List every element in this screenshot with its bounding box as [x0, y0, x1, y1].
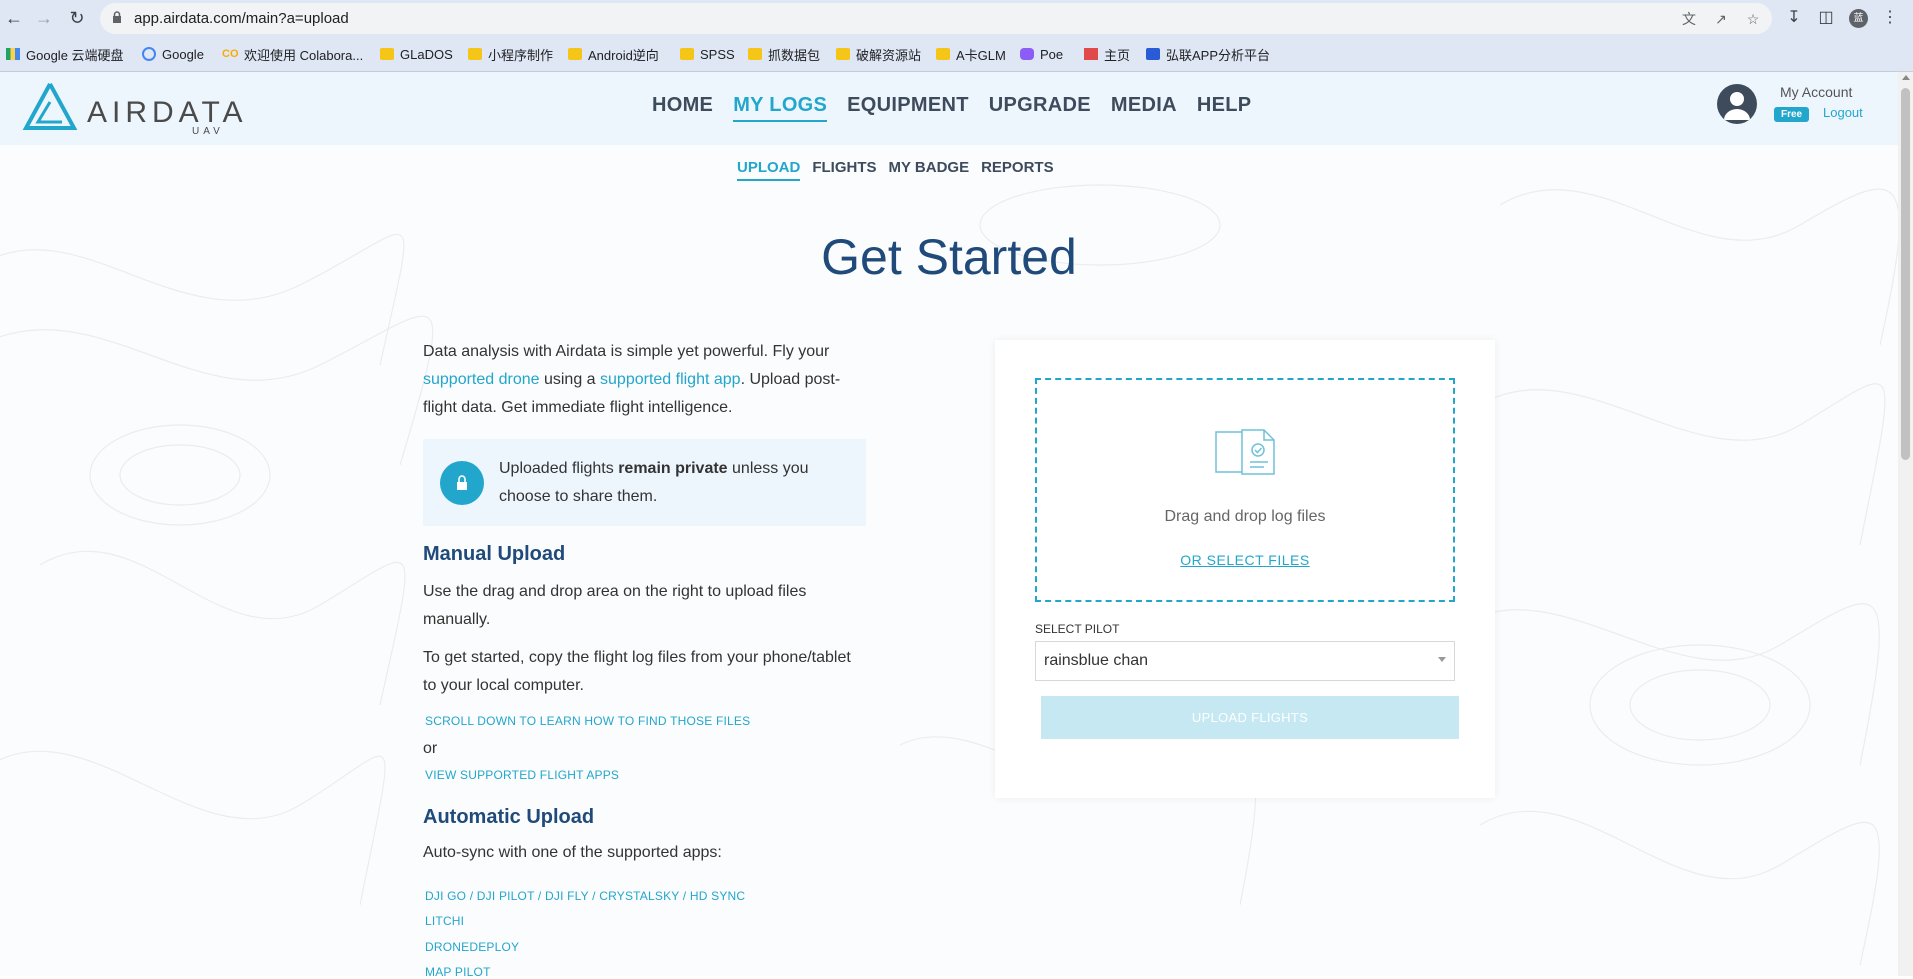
app-link-litchi[interactable]: LITCHI	[425, 914, 464, 928]
folder-icon	[468, 48, 482, 60]
address-bar[interactable]: app.airdata.com/main?a=upload 文 ↗ ☆	[100, 3, 1772, 34]
scroll-up-arrow-icon[interactable]	[1902, 75, 1910, 80]
logo-text: AIRDATA	[87, 96, 248, 129]
manual-upload-text: Use the drag and drop area on the right …	[423, 583, 807, 628]
view-supported-apps-link[interactable]: VIEW SUPPORTED FLIGHT APPS	[425, 768, 619, 782]
bookmark-aglm[interactable]: A卡GLM	[936, 45, 1006, 63]
folder-icon	[936, 48, 950, 60]
folder-icon	[380, 48, 394, 60]
select-pilot-label: SELECT PILOT	[1035, 622, 1120, 636]
page-scrollbar[interactable]	[1898, 72, 1913, 976]
bookmark-glados[interactable]: GLaDOS	[380, 45, 453, 63]
pilot-select[interactable]: rainsblue chan	[1035, 641, 1455, 681]
log-files-icon	[1215, 429, 1275, 475]
copy-files-text: To get started, copy the flight log file…	[423, 649, 851, 694]
folder-icon	[680, 48, 694, 60]
scroll-down-link[interactable]: SCROLL DOWN TO LEARN HOW TO FIND THOSE F…	[425, 714, 750, 728]
privacy-text: Uploaded flights remain private unless y…	[499, 460, 809, 505]
nav-my-logs[interactable]: MY LOGS	[733, 94, 828, 122]
file-dropzone[interactable]: Drag and drop log files OR SELECT FILES	[1035, 378, 1455, 602]
bookmark-colab[interactable]: CO 欢迎使用 Colabora...	[222, 45, 363, 63]
url-text: app.airdata.com/main?a=upload	[134, 10, 349, 27]
upload-card: Drag and drop log files OR SELECT FILES …	[995, 340, 1495, 798]
intro-block: Data analysis with Airdata is simple yet…	[423, 338, 863, 422]
bookmark-drive[interactable]: Google 云端硬盘	[6, 45, 124, 63]
bookmark-crack[interactable]: 破解资源站	[836, 45, 921, 63]
bookmark-packet[interactable]: 抓数据包	[748, 45, 820, 63]
folder-icon	[748, 48, 762, 60]
folder-icon	[836, 48, 850, 60]
site-header: AIRDATA UAV HOME MY LOGS EQUIPMENT UPGRA…	[0, 72, 1898, 145]
tab-reports[interactable]: REPORTS	[981, 159, 1054, 181]
bookmarks-bar: Google 云端硬盘 Google CO 欢迎使用 Colabora... GL…	[0, 37, 1913, 72]
pilot-select-value: rainsblue chan	[1044, 652, 1149, 669]
scroll-thumb[interactable]	[1901, 88, 1910, 460]
logo-subtext: UAV	[192, 126, 224, 137]
back-icon[interactable]: ←	[4, 8, 24, 28]
airdata-logo[interactable]: AIRDATA UAV	[22, 82, 243, 137]
main-nav: HOME MY LOGS EQUIPMENT UPGRADE MEDIA HEL…	[652, 94, 1271, 122]
bookmark-google[interactable]: Google	[142, 45, 204, 63]
browser-toolbar: ← → ↻ app.airdata.com/main?a=upload 文 ↗ …	[0, 0, 1913, 37]
logo-mark-icon	[22, 83, 78, 130]
intro-text: Data analysis with Airdata is simple yet…	[423, 343, 841, 416]
share-icon[interactable]: ↗	[1712, 10, 1730, 28]
bookmark-spss[interactable]: SPSS	[680, 45, 735, 63]
chevron-down-icon	[1438, 657, 1446, 662]
folder-icon	[568, 48, 582, 60]
download-icon[interactable]: ↧	[1784, 8, 1804, 28]
my-account-link[interactable]: My Account	[1780, 84, 1852, 100]
menu-kebab-icon[interactable]: ⋮	[1880, 8, 1900, 28]
upload-flights-button[interactable]: UPLOAD FLIGHTS	[1041, 696, 1459, 739]
nav-home[interactable]: HOME	[652, 94, 713, 122]
select-files-link[interactable]: OR SELECT FILES	[1037, 552, 1453, 568]
or-text: or	[423, 740, 438, 757]
home-page-icon	[1084, 48, 1098, 60]
tab-my-badge[interactable]: MY BADGE	[889, 159, 970, 181]
nav-upgrade[interactable]: UPGRADE	[989, 94, 1091, 122]
bookmark-miniprogram[interactable]: 小程序制作	[468, 45, 553, 63]
nav-help[interactable]: HELP	[1197, 94, 1252, 122]
lock-icon	[440, 461, 484, 505]
drive-icon	[6, 48, 20, 60]
bookmark-star-icon[interactable]: ☆	[1744, 10, 1762, 28]
app-link-dronedeploy[interactable]: DRONEDEPLOY	[425, 940, 519, 954]
page-title: Get Started	[821, 229, 1077, 285]
translate-icon[interactable]: 文	[1680, 10, 1698, 28]
lock-icon	[113, 11, 121, 23]
automatic-upload-heading: Automatic Upload	[423, 806, 595, 828]
profile-avatar[interactable]: 蓝	[1849, 9, 1868, 28]
forward-icon[interactable]: →	[34, 8, 54, 28]
nav-equipment[interactable]: EQUIPMENT	[847, 94, 969, 122]
tab-upload[interactable]: UPLOAD	[737, 159, 801, 181]
plan-badge: Free	[1774, 107, 1810, 122]
poe-icon	[1020, 48, 1034, 60]
google-icon	[142, 47, 156, 61]
side-panel-icon[interactable]: ◫	[1816, 8, 1836, 28]
bookmark-android[interactable]: Android逆向	[568, 45, 659, 63]
nav-media[interactable]: MEDIA	[1111, 94, 1177, 122]
supported-flight-app-link[interactable]: supported flight app	[600, 371, 741, 388]
auto-sync-text: Auto-sync with one of the supported apps…	[423, 844, 722, 861]
supported-drone-link[interactable]: supported drone	[423, 371, 540, 388]
tab-flights[interactable]: FLIGHTS	[812, 159, 876, 181]
logout-link[interactable]: Logout	[1823, 105, 1863, 120]
bookmark-app-analysis[interactable]: 弘联APP分析平台	[1146, 45, 1270, 63]
bookmark-poe[interactable]: Poe	[1020, 45, 1063, 63]
reload-icon[interactable]: ↻	[67, 8, 87, 28]
app-link-map-pilot[interactable]: MAP PILOT	[425, 965, 491, 979]
sub-nav: UPLOAD FLIGHTS MY BADGE REPORTS	[737, 159, 1066, 181]
app-icon	[1146, 48, 1160, 60]
privacy-notice: Uploaded flights remain private unless y…	[423, 439, 866, 526]
app-link-dji[interactable]: DJI GO / DJI PILOT / DJI FLY / CRYSTALSK…	[425, 889, 745, 903]
user-avatar-icon[interactable]	[1717, 84, 1757, 124]
colab-icon: CO	[222, 48, 239, 60]
drag-drop-text: Drag and drop log files	[1164, 508, 1326, 525]
manual-upload-heading: Manual Upload	[423, 543, 566, 565]
bookmark-home[interactable]: 主页	[1084, 45, 1130, 63]
